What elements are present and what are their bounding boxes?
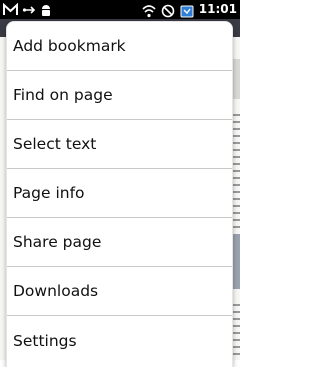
menu-item-find-on-page[interactable]: Find on page bbox=[7, 71, 232, 120]
menu-item-label: Select text bbox=[13, 135, 97, 153]
page-content-block bbox=[232, 59, 240, 99]
usb-debug-icon bbox=[22, 2, 36, 16]
wifi-icon bbox=[142, 3, 156, 17]
status-bar: 11:01 bbox=[0, 0, 240, 19]
signal-blocked-icon bbox=[161, 3, 175, 17]
menu-item-label: Downloads bbox=[13, 282, 99, 300]
notification-icons bbox=[3, 2, 52, 16]
menu-item-page-info[interactable]: Page info bbox=[7, 169, 232, 218]
system-icons: 11:01 bbox=[142, 1, 237, 18]
menu-item-share-page[interactable]: Share page bbox=[7, 218, 232, 267]
menu-item-settings[interactable]: Settings bbox=[7, 316, 232, 365]
menu-item-label: Find on page bbox=[13, 86, 113, 104]
browser-options-menu: Add bookmark Find on page Select text Pa… bbox=[7, 22, 232, 367]
android-icon bbox=[40, 2, 52, 16]
gmail-icon bbox=[3, 2, 18, 16]
battery-icon bbox=[180, 3, 194, 17]
menu-item-downloads[interactable]: Downloads bbox=[7, 267, 232, 316]
page-text-lines bbox=[232, 109, 240, 229]
menu-item-add-bookmark[interactable]: Add bookmark bbox=[7, 22, 232, 71]
menu-item-select-text[interactable]: Select text bbox=[7, 120, 232, 169]
menu-item-label: Page info bbox=[13, 184, 85, 202]
menu-item-label: Settings bbox=[13, 331, 77, 350]
page-image-block bbox=[232, 234, 240, 289]
page-text-lines-lower bbox=[232, 299, 240, 359]
menu-item-label: Add bookmark bbox=[13, 37, 126, 55]
status-time: 11:01 bbox=[198, 2, 237, 16]
menu-item-label: Share page bbox=[13, 233, 102, 251]
